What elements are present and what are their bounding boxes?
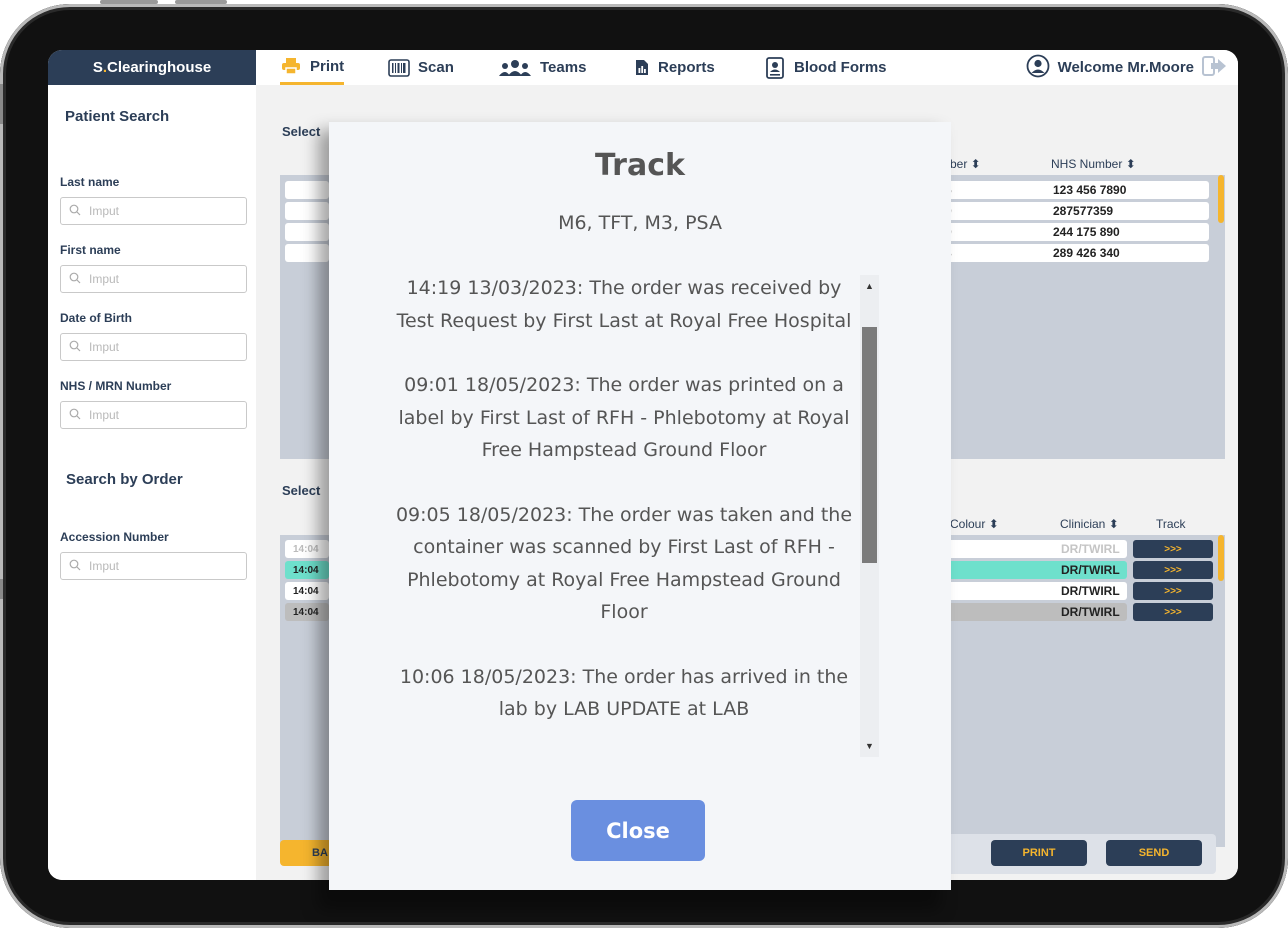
dob-input[interactable]: Imput [60, 333, 247, 361]
order-scrollbar[interactable] [1218, 535, 1224, 581]
patient-search-heading: Patient Search [65, 108, 170, 125]
track-modal: Track M6, TFT, M3, PSA 14:19 13/03/2023:… [329, 122, 951, 890]
tracking-entry: 09:05 18/05/2023: The order was taken an… [395, 503, 853, 624]
welcome-text: Welcome Mr.Moore [1057, 59, 1194, 76]
tablet-top-button [175, 0, 227, 4]
nav-teams[interactable]: Teams [498, 50, 586, 85]
order-clinician-cell[interactable]: DR/TWIRL [937, 561, 1127, 579]
modal-test-list: M6, TFT, M3, PSA [558, 212, 722, 234]
order-select-label: Select [282, 483, 321, 498]
nhs-column-header[interactable]: NHS Number ⬍ [1051, 157, 1136, 171]
patient-number-cell: 0 [945, 204, 1053, 218]
last-name-placeholder: Imput [89, 204, 120, 218]
table-row[interactable]: 3289 426 340 [937, 244, 1209, 262]
nhs-number-cell: 123 456 7890 [1053, 183, 1127, 197]
nhs-number-cell: 244 175 890 [1053, 225, 1120, 239]
scrollbar-thumb[interactable] [862, 327, 877, 563]
nav-reports[interactable]: Reports [634, 50, 715, 85]
last-name-label: Last name [60, 175, 120, 189]
search-icon [69, 340, 81, 355]
search-by-order-heading: Search by Order [66, 471, 183, 488]
tracking-log: 14:19 13/03/2023: The order was received… [389, 272, 859, 757]
nav-reports-label: Reports [658, 59, 715, 76]
scroll-down-icon[interactable]: ▼ [860, 737, 879, 755]
modal-title: Track [595, 148, 685, 183]
colour-column-header[interactable]: Colour ⬍ [950, 517, 999, 531]
order-clinician-cell[interactable]: DR/TWIRL [937, 540, 1127, 558]
track-button[interactable]: >>> [1133, 540, 1213, 558]
nav-scan[interactable]: Scan [388, 50, 454, 85]
table-row[interactable]: 0287577359 [937, 202, 1209, 220]
top-navigation: Print Scan Teams Reports Blood Forms Wel… [256, 50, 1238, 85]
track-button[interactable]: >>> [1133, 582, 1213, 600]
nhs-mrn-placeholder: Imput [89, 408, 120, 422]
tablet-side-button [0, 84, 3, 124]
accession-input[interactable]: Imput [60, 552, 247, 580]
close-button[interactable]: Close [571, 800, 705, 861]
search-sidebar: Patient Search Last name Imput First nam… [48, 85, 256, 880]
user-avatar-icon [1026, 54, 1050, 82]
clinician-column-header[interactable]: Clinician ⬍ [1060, 517, 1119, 531]
order-clinician-cell[interactable]: DR/TWIRL [937, 582, 1127, 600]
barcode-icon [388, 58, 410, 78]
printer-icon [280, 56, 302, 76]
search-icon [69, 559, 81, 574]
report-icon [634, 58, 650, 78]
brand-prefix: S [92, 59, 103, 76]
track-button[interactable]: >>> [1133, 603, 1213, 621]
nav-print[interactable]: Print [280, 50, 345, 85]
tracking-entry: 09:01 18/05/2023: The order was printed … [398, 374, 850, 461]
track-button[interactable]: >>> [1133, 561, 1213, 579]
search-icon [69, 408, 81, 423]
nhs-number-cell: 289 426 340 [1053, 246, 1120, 260]
accession-label: Accession Number [60, 530, 169, 544]
track-column-header: Track [1156, 517, 1186, 531]
nav-blood-forms[interactable]: Blood Forms [764, 50, 887, 85]
accession-placeholder: Imput [89, 559, 120, 573]
nav-blood-forms-label: Blood Forms [794, 59, 887, 76]
table-row[interactable]: 6123 456 7890 [937, 181, 1209, 199]
log-scrollbar[interactable]: ▲ ▼ [860, 275, 879, 757]
tablet-side-button [0, 579, 3, 599]
first-name-label: First name [60, 243, 121, 257]
nav-print-label: Print [310, 57, 345, 75]
last-name-input[interactable]: Imput [60, 197, 247, 225]
nhs-mrn-input[interactable]: Imput [60, 401, 247, 429]
dob-placeholder: Imput [89, 340, 120, 354]
patient-number-cell: 0 [945, 225, 1053, 239]
order-clinician-cell[interactable]: DR/TWIRL [937, 603, 1127, 621]
first-name-input[interactable]: Imput [60, 265, 247, 293]
scroll-up-icon[interactable]: ▲ [860, 277, 879, 295]
patient-number-cell: 3 [945, 246, 1053, 260]
nav-scan-label: Scan [418, 59, 454, 76]
dob-label: Date of Birth [60, 311, 132, 325]
nhs-number-cell: 287577359 [1053, 204, 1114, 218]
search-icon [69, 204, 81, 219]
send-button[interactable]: SEND [1106, 840, 1202, 866]
user-menu[interactable]: Welcome Mr.Moore [1026, 50, 1228, 85]
blood-form-icon [764, 56, 786, 79]
logout-icon[interactable] [1202, 55, 1228, 81]
table-row[interactable]: 0244 175 890 [937, 223, 1209, 241]
team-icon [498, 58, 532, 78]
patient-select-label: Select [282, 124, 321, 139]
tracking-entry: 14:19 13/03/2023: The order was received… [396, 277, 852, 332]
patient-scrollbar[interactable] [1218, 175, 1224, 223]
nav-teams-label: Teams [540, 59, 587, 76]
brand-suffix: Clearinghouse [107, 59, 212, 76]
tracking-entry: 10:06 18/05/2023: The order has arrived … [399, 665, 849, 721]
patient-number-cell: 6 [945, 183, 1053, 197]
print-button[interactable]: PRINT [991, 840, 1087, 866]
first-name-placeholder: Imput [89, 272, 120, 286]
search-icon [69, 272, 81, 287]
brand-logo: S. Clearinghouse [48, 50, 256, 85]
nhs-mrn-label: NHS / MRN Number [60, 379, 172, 393]
tablet-top-button [100, 0, 158, 4]
